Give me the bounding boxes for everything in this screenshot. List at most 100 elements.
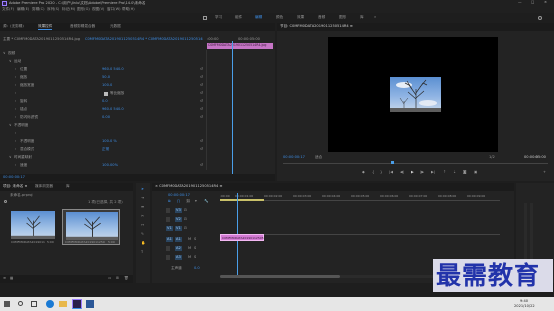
track-label[interactable]: V1 (175, 226, 182, 231)
icon-view-icon[interactable]: ▦ (10, 276, 13, 281)
expand-toggle-icon[interactable]: ∨ (9, 59, 12, 64)
uniform-scale-checkbox[interactable] (104, 91, 108, 96)
go-to-out-icon[interactable]: ▶| (431, 170, 435, 175)
menu-window[interactable]: 窗口(W) (107, 7, 121, 12)
toggle-sync-lock[interactable] (166, 255, 170, 260)
program-scrubber[interactable] (283, 161, 548, 164)
effect-property-value[interactable]: 100.0 (102, 83, 112, 88)
effect-property-row[interactable]: › 混合模式 正常 ↺ (0, 146, 206, 153)
mark-in-icon[interactable]: { (372, 170, 374, 175)
razor-tool-icon[interactable]: ✂ (141, 214, 144, 219)
expand-toggle-icon[interactable]: › (15, 67, 16, 72)
export-frame-icon[interactable]: ◙ (463, 170, 467, 175)
tab-metadata[interactable]: 元数据 (110, 24, 121, 29)
search-icon[interactable] (4, 200, 7, 203)
menu-sequence[interactable]: 序列(S) (47, 7, 59, 12)
toggle-sync-lock[interactable] (166, 208, 170, 213)
menu-marker[interactable]: 标记(M) (62, 7, 75, 12)
effect-property-value[interactable]: 0.0 (102, 99, 108, 104)
menu-edit[interactable]: 编辑(E) (17, 7, 29, 12)
toggle-sync-lock[interactable] (166, 217, 170, 222)
new-bin-icon[interactable]: ▭ (108, 276, 111, 281)
effect-property-row[interactable]: ∨ 视频 (0, 50, 206, 57)
effect-property-row[interactable]: › 锚点 960.0 540.0 ↺ (0, 106, 206, 113)
program-fit-select[interactable]: 适合 (315, 155, 322, 160)
mark-out-icon[interactable]: } (380, 170, 382, 175)
effect-property-row[interactable]: ∨ 时间重映射 (0, 154, 206, 161)
expand-toggle-icon[interactable]: › (15, 99, 16, 104)
insert-sequence-icon[interactable]: ⧉ (168, 199, 171, 204)
edge-browser-icon[interactable] (46, 300, 54, 308)
workspace-more-icon[interactable]: » (374, 15, 376, 20)
effect-property-value[interactable]: 100.00% (102, 163, 118, 168)
expand-toggle-icon[interactable]: › (15, 75, 16, 80)
solo-button[interactable]: S (194, 246, 196, 251)
expand-toggle-icon[interactable]: ∨ (9, 123, 12, 128)
expand-toggle-icon[interactable]: › (15, 83, 16, 88)
home-icon[interactable] (203, 16, 207, 20)
timeline-timecode[interactable]: 00:00:00:17 (168, 193, 190, 198)
solo-button[interactable]: S (194, 255, 196, 260)
reset-parameter-icon[interactable]: ↺ (200, 107, 203, 112)
expand-toggle-icon[interactable]: › (15, 107, 16, 112)
effect-property-value[interactable]: 960.0 540.0 (102, 107, 124, 112)
timeline-scroll-thumb[interactable] (220, 275, 340, 278)
wrench-icon[interactable]: 🔧 (204, 199, 208, 204)
tab-libraries[interactable]: 库 (66, 184, 70, 189)
workspace-audio[interactable]: 音频 (318, 15, 325, 20)
effect-property-row[interactable]: › 位置 960.0 540.0 ↺ (0, 66, 206, 73)
reset-parameter-icon[interactable]: ↺ (200, 99, 203, 104)
taskbar-date[interactable]: 2021/10/22 (514, 304, 535, 309)
program-timecode[interactable]: 00:00:00:17 (283, 155, 305, 160)
word-taskbar-icon[interactable] (86, 300, 94, 308)
maximize-button[interactable]: □ (531, 0, 534, 5)
track-label[interactable]: A2 (175, 246, 182, 251)
workspace-editing[interactable]: 编辑 (255, 15, 262, 20)
timeline-clip[interactable]: C0MFM0DATA2019011250514R4.jpg (220, 234, 264, 241)
effect-property-value[interactable]: 50.0 (102, 75, 110, 80)
track-label[interactable]: A3 (175, 255, 182, 260)
effect-property-row[interactable]: › 等比缩放 ↺ (0, 90, 206, 97)
expand-toggle-icon[interactable]: › (15, 115, 16, 120)
lift-icon[interactable]: ⇡ (443, 170, 446, 175)
tab-effect-controls[interactable]: 效果控件 (38, 24, 53, 30)
file-explorer-icon[interactable] (59, 301, 67, 307)
add-button-icon[interactable]: + (543, 170, 546, 175)
minimize-button[interactable]: — (518, 0, 522, 5)
hand-tool-icon[interactable]: ✋ (141, 241, 145, 246)
effect-property-row[interactable]: ∨ 运动 (0, 58, 206, 65)
project-item[interactable]: C0MFM0DATA2019011250514R4 5:00 (62, 209, 120, 245)
go-to-in-icon[interactable]: |◀ (389, 170, 393, 175)
workspace-learn[interactable]: 学习 (215, 15, 222, 20)
mute-button[interactable]: M (188, 255, 191, 260)
program-playhead[interactable] (391, 161, 394, 164)
timeline-sequence-tab[interactable]: × C0MFM0DATA2019011250514R4 ≡ (155, 184, 275, 189)
solo-button[interactable]: S (194, 237, 196, 242)
list-view-icon[interactable]: ≡ (3, 276, 6, 281)
workspace-libraries[interactable]: 库 (360, 15, 364, 20)
workspace-effects[interactable]: 效果 (297, 15, 304, 20)
track-label[interactable]: V3 (175, 208, 182, 213)
expand-toggle-icon[interactable]: › (15, 163, 16, 168)
mute-button[interactable]: M (188, 237, 191, 242)
source-patch-v1[interactable]: V1 (166, 226, 173, 231)
effect-property-row[interactable]: › 速度 100.00% ↺ (0, 162, 206, 169)
ripple-edit-tool-icon[interactable]: ⇹ (141, 205, 144, 210)
add-marker-icon[interactable]: ▾ (195, 199, 197, 204)
effect-footer-timecode[interactable]: 00:00:00:17 (3, 175, 25, 180)
tab-media-browser[interactable]: 媒体浏览器 (35, 184, 53, 189)
selection-tool-icon[interactable]: ➤ (141, 187, 144, 192)
effect-property-row[interactable]: › 防闪烁滤镜 0.00 ↺ (0, 114, 206, 121)
workspace-graphics[interactable]: 图形 (339, 15, 346, 20)
expand-toggle-icon[interactable]: ∨ (3, 51, 6, 56)
expand-toggle-icon[interactable]: › (15, 91, 16, 96)
snap-icon[interactable]: ⋂ (177, 199, 180, 204)
expand-toggle-icon[interactable]: › (15, 147, 16, 152)
reset-parameter-icon[interactable]: ↺ (200, 163, 203, 168)
toggle-sync-lock[interactable] (166, 246, 170, 251)
comparison-view-icon[interactable]: ▣ (474, 170, 477, 175)
delete-icon[interactable]: 🗑 (124, 276, 129, 281)
expand-toggle-icon[interactable]: ∨ (9, 155, 12, 160)
track-label[interactable]: V2 (175, 217, 182, 222)
step-forward-icon[interactable]: |▶ (420, 170, 424, 175)
